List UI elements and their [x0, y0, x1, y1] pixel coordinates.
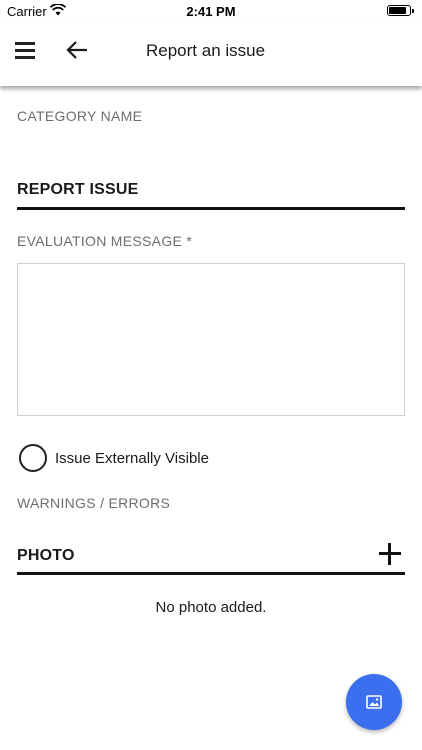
- category-name-label: CATEGORY NAME: [17, 108, 143, 124]
- no-photo-message: No photo added.: [155, 599, 267, 616]
- evaluation-message-label: EVALUATION MESSAGE *: [17, 233, 193, 249]
- photo-title: PHOTO: [17, 547, 75, 564]
- add-image-fab-button[interactable]: [346, 674, 402, 730]
- photo-section-header: PHOTO: [17, 537, 405, 575]
- status-bar: Carrier 2:41 PM: [0, 0, 422, 22]
- externally-visible-label: Issue Externally Visible: [55, 450, 209, 467]
- add-photo-plus-icon[interactable]: [379, 543, 401, 565]
- report-issue-section-header: REPORT ISSUE: [17, 172, 405, 210]
- menu-icon[interactable]: [15, 42, 35, 59]
- report-form: CATEGORY NAME REPORT ISSUE EVALUATION ME…: [0, 86, 422, 750]
- app-bar: Report an issue: [0, 22, 422, 86]
- arrow-left-icon[interactable]: [66, 40, 88, 60]
- image-icon: [366, 695, 382, 709]
- page-title: Report an issue: [146, 41, 266, 60]
- warnings-errors-label: WARNINGS / ERRORS: [17, 495, 171, 511]
- battery-icon: [387, 5, 414, 16]
- report-issue-title: REPORT ISSUE: [17, 181, 139, 198]
- radio-circle-icon[interactable]: [19, 444, 47, 472]
- evaluation-message-input[interactable]: [17, 263, 405, 416]
- status-time: 2:41 PM: [186, 4, 236, 19]
